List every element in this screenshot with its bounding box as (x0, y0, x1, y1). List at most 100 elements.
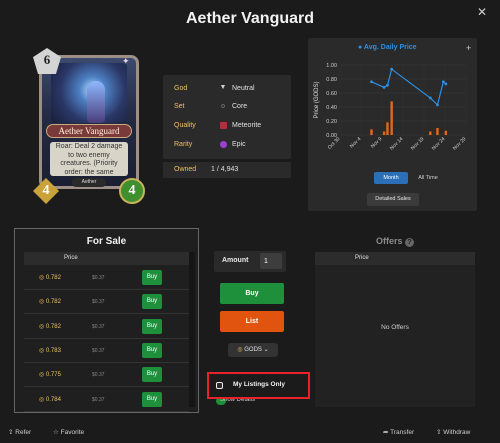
listing-price: ◎ 0.782 (39, 275, 61, 281)
offers-header: Price (315, 252, 475, 265)
listing-row: ◎ 0.775 $0.37 Buy (24, 363, 189, 388)
transfer-link[interactable]: ➦ Transfer (383, 428, 414, 436)
volume-bar (444, 130, 448, 135)
amount-input[interactable] (260, 253, 282, 269)
listing-usd: $0.37 (92, 372, 105, 379)
page-title: Aether Vanguard (185, 10, 315, 27)
listing-buy-button[interactable]: Buy (142, 270, 162, 285)
no-offers-text: No Offers (381, 324, 409, 331)
for-sale-title: For Sale (86, 236, 127, 247)
listing-row: ◎ 0.782 $0.37 Buy (24, 290, 189, 315)
x-tick-label: Nov 4 (349, 136, 363, 150)
gods-coin-icon: ◎ (39, 323, 46, 330)
listing-scrollbar[interactable] (189, 252, 195, 407)
info-label: Quality (174, 122, 196, 129)
x-tick-label: Nov 29 (452, 136, 468, 152)
card-set-icon: ✦ (122, 56, 130, 66)
listing-row: ◎ 0.783 $0.37 Buy (24, 339, 189, 363)
chevron-down-icon: ⌄ (263, 347, 269, 353)
info-row-set: Set ۞ Core (163, 99, 291, 115)
expand-icon[interactable]: + (466, 43, 471, 53)
price-point (441, 80, 445, 84)
upload-icon: ⇧ (436, 429, 442, 436)
withdraw-link[interactable]: ⇧ Withdraw (436, 428, 470, 436)
listing-price: ◎ 0.783 (39, 347, 61, 354)
listing-row: ◎ 0.782 $0.37 Buy (24, 315, 189, 339)
close-icon[interactable]: ✕ (477, 5, 487, 19)
detailed-sales-button[interactable]: Detailed Sales (367, 193, 419, 206)
listing-buy-button[interactable]: Buy (142, 367, 162, 383)
amount-label: Amount (222, 257, 249, 264)
info-label: Set (174, 103, 185, 110)
price-point (436, 103, 439, 107)
price-point (444, 82, 448, 86)
listing-row: ◎ 0.784 $0.37 Buy (24, 388, 189, 412)
tab-month[interactable]: Month (374, 172, 408, 184)
card-tribe: Aether (72, 178, 106, 187)
listing-price: ◎ 0.782 (39, 299, 61, 306)
price-line (371, 68, 447, 107)
refer-link[interactable]: ⇪ Refer (8, 428, 31, 436)
volume-bar (386, 122, 389, 135)
chart-legend[interactable]: ● Avg. Daily Price (358, 44, 417, 51)
chart-legend-label: Avg. Daily Price (363, 44, 417, 51)
y-tick-label: 0.40 (326, 105, 337, 111)
buy-button[interactable]: Buy (220, 283, 284, 304)
currency-value: GODS (244, 347, 262, 353)
listing-buy-button[interactable]: Buy (142, 294, 162, 310)
share-icon: ⇪ (8, 429, 14, 436)
my-listings-toggle[interactable] (216, 382, 223, 389)
y-tick-label: 0.20 (326, 119, 337, 125)
gods-coin-icon: ◎ (39, 299, 46, 306)
x-tick-label: Nov 14 (389, 136, 405, 152)
owned-label: Owned (174, 166, 197, 173)
info-value: Neutral (232, 85, 255, 92)
volume-bar (370, 129, 373, 135)
y-tick-label: 1.00 (326, 63, 337, 69)
listing-buy-button[interactable]: Buy (142, 391, 162, 407)
list-button[interactable]: List (220, 311, 284, 332)
y-tick-label: 0.80 (326, 77, 337, 83)
listing-usd: $0.37 (92, 396, 105, 403)
gods-coin-icon: ◎ (39, 372, 46, 379)
listing-price: ◎ 0.784 (39, 396, 61, 403)
listing-usd: $0.37 (92, 275, 105, 281)
core-set-icon: ۞ (220, 102, 226, 109)
epic-gem-icon (220, 141, 227, 148)
info-row-god: God ▼ Neutral (163, 81, 291, 97)
owned-row: Owned 1 / 4,943 (163, 162, 291, 178)
favorite-link[interactable]: ☆ Favorite (53, 428, 84, 436)
listing-usd: $0.37 (92, 323, 105, 330)
for-sale-header: Price (24, 252, 189, 265)
volume-bar (429, 131, 432, 135)
arrow-right-icon: ➦ (383, 429, 389, 436)
x-tick-label: Nov 19 (410, 136, 426, 152)
listing-row: ◎ 0.782 $0.37 Buy (24, 266, 189, 290)
help-icon[interactable]: ? (405, 238, 415, 247)
listing-buy-button[interactable]: Buy (142, 318, 162, 334)
currency-select[interactable]: ◎ GODS ⌄ (228, 343, 278, 357)
my-listings-label: My Listings Only (233, 381, 286, 388)
price-point (370, 80, 373, 84)
listing-usd: $0.37 (92, 299, 105, 306)
y-tick-label: 0.60 (326, 91, 337, 97)
info-value: Meteorite (232, 122, 262, 129)
gods-coin-icon: ◎ (237, 347, 243, 353)
card-text: Roar: Deal 2 damage to two enemy creatur… (50, 142, 128, 176)
gods-coin-icon: ◎ (39, 275, 46, 281)
price-point (390, 67, 394, 71)
price-chart: 0.000.200.400.600.801.00Oct 30 Nov 4 Nov 9… (314, 63, 468, 152)
price-point (428, 96, 432, 100)
info-row-rarity: Rarity Epic (163, 137, 291, 153)
info-value: Epic (232, 141, 246, 148)
card-health: 4 (119, 178, 145, 204)
neutral-icon: ▼ (219, 84, 227, 91)
info-value: Core (232, 103, 248, 110)
meteorite-swatch-icon (220, 122, 227, 129)
listing-buy-button[interactable]: Buy (142, 342, 162, 358)
card-art (51, 63, 127, 123)
info-label: God (174, 85, 188, 92)
card-mana: 6 (43, 52, 51, 67)
tab-all-time[interactable]: All Time (411, 172, 445, 184)
volume-bar (390, 101, 393, 135)
